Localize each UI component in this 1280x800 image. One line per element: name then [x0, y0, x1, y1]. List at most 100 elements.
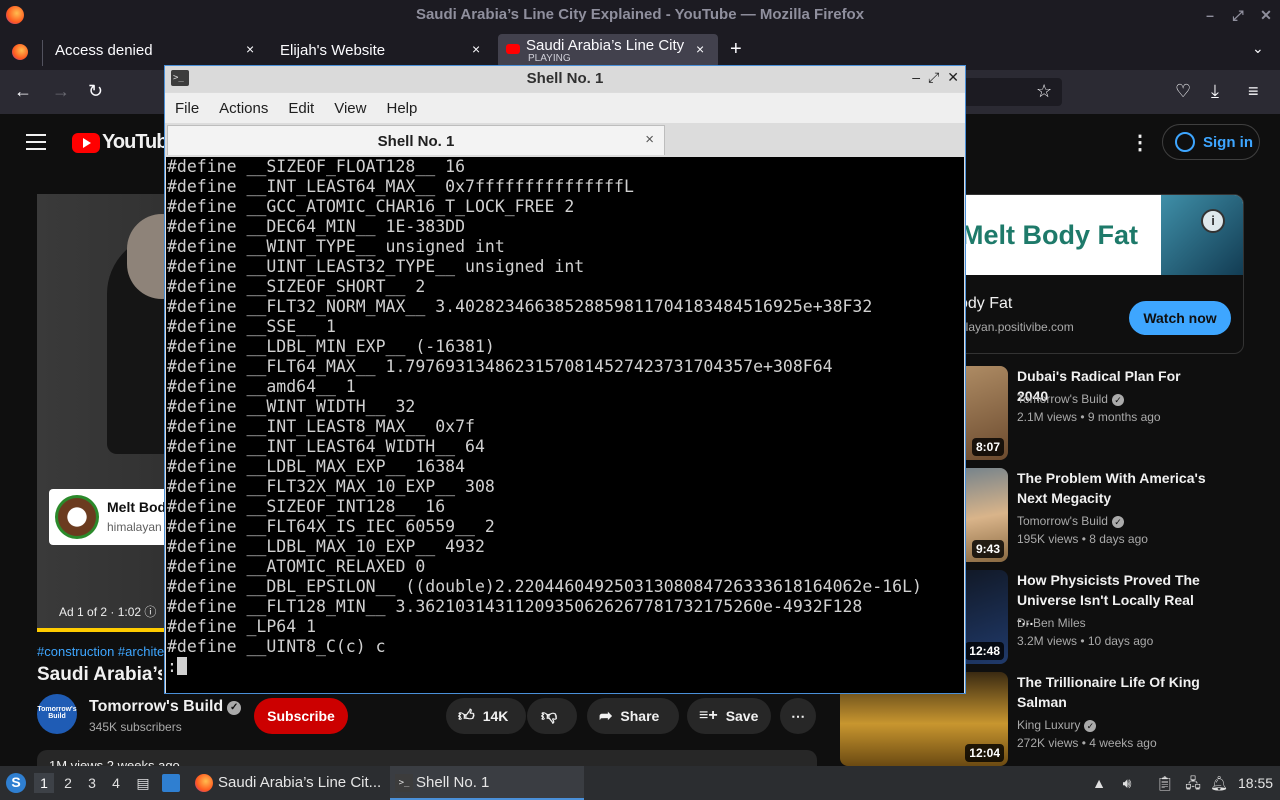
thumbs-down-icon: 👎︎	[541, 707, 558, 725]
tab-access-denied[interactable]: Access denied ×	[0, 34, 268, 68]
terminal-tab-bar: Shell No. 1 ×	[165, 123, 965, 155]
ad-domain: alayan.positivibe.com	[959, 320, 1074, 334]
maximize-button[interactable]: ⤢	[1224, 0, 1252, 30]
settings-more-icon[interactable]: ⋮	[1130, 130, 1150, 155]
tab-youtube-video[interactable]: Saudi Arabia’s Line City E PLAYING ×	[498, 34, 718, 68]
firefox-task-icon	[195, 774, 213, 792]
text-cursor	[176, 657, 187, 675]
firefox-favicon-icon	[12, 44, 28, 60]
like-button[interactable]: 👍︎ 14K	[446, 698, 526, 734]
new-tab-button[interactable]: +	[730, 38, 742, 61]
list-all-tabs-button[interactable]: ⌄	[1252, 40, 1264, 57]
close-window-button[interactable]: ✕	[1252, 0, 1280, 30]
bookmark-star-icon[interactable]: ☆	[1036, 81, 1052, 102]
menu-file[interactable]: File	[175, 100, 199, 117]
youtube-logo[interactable]: YouTube	[72, 131, 179, 154]
tab-close-button[interactable]: ×	[246, 41, 254, 57]
tab-separator	[42, 40, 43, 66]
recommendation-meta: 2.1M views • 9 months ago	[1017, 410, 1161, 424]
recommendation-meta: 3.2M views • 10 days ago	[1017, 634, 1154, 648]
clock: 18:55	[1238, 775, 1274, 791]
terminal-titlebar[interactable]: >_ Shell No. 1 – ⤢ ✕	[165, 66, 965, 92]
task-label: Shell No. 1	[416, 774, 490, 791]
recommendation-channel[interactable]: King Luxury ✓	[1017, 718, 1097, 732]
recommendation-channel[interactable]: Dr Ben Miles	[1017, 616, 1086, 630]
channel-label: King Luxury	[1017, 718, 1081, 732]
guide-menu-icon[interactable]	[26, 134, 46, 155]
terminal-line: #define __FLT32X_MAX_10_EXP__ 308	[167, 477, 495, 496]
volume-icon[interactable]: 🔊︎	[1118, 774, 1136, 792]
channel-name[interactable]: Tomorrow's Build ✓	[89, 698, 242, 716]
file-manager-icon[interactable]: ▤	[134, 774, 152, 792]
save-label: Save	[725, 708, 759, 724]
reload-button[interactable]: ↻	[88, 81, 103, 102]
video-duration: 12:48	[965, 642, 1004, 660]
video-hashtags[interactable]: #construction #architect	[37, 644, 174, 659]
channel-avatar[interactable]: Tomorrow's Build	[37, 694, 77, 734]
verified-check-icon: ✓	[1111, 394, 1124, 406]
terminal-line: #define __SIZEOF_FLOAT128__ 16	[167, 157, 466, 176]
app-menu-icon[interactable]: ≡	[1248, 81, 1259, 102]
notification-icon[interactable]: 🔔︎	[1210, 774, 1228, 792]
terminal-maximize-button[interactable]: ⤢	[928, 69, 939, 86]
workspace-3[interactable]: 3	[82, 773, 102, 793]
tab-label: Access denied	[55, 42, 153, 59]
terminal-line: #define _LP64 1	[167, 617, 317, 636]
workspace-4[interactable]: 4	[106, 773, 126, 793]
pocket-icon[interactable]: ♡	[1175, 81, 1191, 102]
terminal-prompt[interactable]: :	[167, 657, 964, 677]
terminal-line: #define __FLT128_MIN__ 3.362103143112093…	[167, 597, 863, 616]
terminal-line: #define __FLT64_MAX__ 1.7976931348623157…	[167, 357, 833, 376]
workspace-1[interactable]: 1	[34, 773, 54, 793]
dislike-button[interactable]: 👎︎	[527, 698, 577, 734]
task-label: Saudi Arabia’s Line Cit...	[218, 774, 382, 791]
tab-elijahs-website[interactable]: Elijah's Website ×	[270, 34, 496, 68]
recommendation-title[interactable]: The Trillionaire Life Of King Salman	[1017, 672, 1207, 712]
forward-button[interactable]: →	[52, 81, 70, 102]
taskbar-firefox-window[interactable]: Saudi Arabia’s Line Cit...	[192, 766, 388, 800]
show-desktop-icon[interactable]	[162, 774, 180, 792]
taskbar-terminal-window[interactable]: Shell No. 1	[390, 766, 584, 800]
menu-view[interactable]: View	[334, 100, 366, 117]
ad-info-icon[interactable]: i	[1201, 209, 1225, 233]
minimize-button[interactable]: –	[1196, 0, 1224, 30]
workspace-2[interactable]: 2	[58, 773, 78, 793]
start-menu-icon[interactable]: S	[6, 773, 26, 793]
watch-now-button[interactable]: Watch now	[1129, 301, 1231, 335]
subscribe-button[interactable]: Subscribe	[254, 698, 348, 734]
ad-card-title: Melt Bod	[107, 499, 167, 515]
recommendation-channel[interactable]: Tomorrow's Build ✓	[1017, 392, 1124, 406]
menu-edit[interactable]: Edit	[288, 100, 314, 117]
back-button[interactable]: ←	[14, 81, 32, 102]
menu-actions[interactable]: Actions	[219, 100, 268, 117]
recommendation-meta: 195K views • 8 days ago	[1017, 532, 1148, 546]
terminal-task-icon: >_	[395, 774, 413, 792]
menu-help[interactable]: Help	[386, 100, 417, 117]
verified-check-icon: ✓	[1111, 516, 1124, 528]
video-title: Saudi Arabia’s L	[37, 664, 162, 685]
network-icon[interactable]: 🖧	[1184, 774, 1202, 792]
tab-close-button[interactable]: ×	[696, 41, 704, 57]
save-button[interactable]: ≡+ Save	[687, 698, 771, 734]
terminal-menubar: File Actions Edit View Help	[165, 93, 965, 123]
tray-up-icon[interactable]: ▲	[1090, 774, 1108, 792]
ad-counter: Ad 1 of 2 · 1:02 ⓘ	[59, 605, 157, 619]
more-actions-button[interactable]: ⋯	[780, 698, 816, 734]
sidebar-ad[interactable]: Melt Body Fat i ody Fat alayan.positivib…	[940, 194, 1244, 354]
terminal-tab-close-button[interactable]: ×	[645, 131, 654, 148]
terminal-tab[interactable]: Shell No. 1 ×	[167, 125, 665, 155]
video-duration: 9:43	[971, 540, 1004, 558]
sign-in-button[interactable]: Sign in	[1162, 124, 1260, 160]
recommendation-channel[interactable]: Tomorrow's Build ✓	[1017, 514, 1124, 528]
share-button[interactable]: ➦ Share	[587, 698, 679, 734]
downloads-icon[interactable]: ⤓	[1211, 81, 1219, 102]
description-box[interactable]: 1M views 2 weeks ago	[37, 750, 817, 766]
channel-name-label: Tomorrow's Build	[89, 698, 224, 715]
terminal-minimize-button[interactable]: –	[912, 69, 920, 86]
terminal-close-button[interactable]: ✕	[947, 69, 959, 86]
tab-close-button[interactable]: ×	[472, 41, 480, 57]
video-duration: 12:04	[965, 744, 1004, 762]
recommendation-title[interactable]: The Problem With America's Next Megacity	[1017, 468, 1207, 508]
terminal-output[interactable]: #define __SIZEOF_FLOAT128__ 16 #define __…	[166, 157, 964, 693]
clipboard-icon[interactable]: 📋︎	[1156, 774, 1174, 792]
